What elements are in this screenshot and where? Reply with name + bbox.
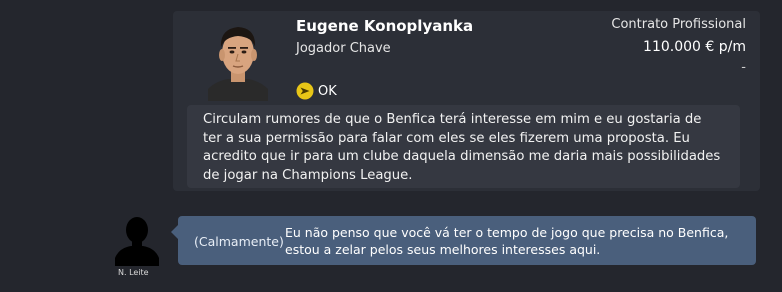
manager-avatar bbox=[115, 212, 159, 266]
reply-tone: (Calmamente) bbox=[194, 234, 284, 249]
player-name: Eugene Konoplyanka bbox=[296, 17, 474, 35]
yellow-arrow-right-icon bbox=[296, 82, 314, 100]
manager-name: N. Leite bbox=[118, 268, 149, 277]
player-card: Eugene Konoplyanka Jogador Chave Contrat… bbox=[173, 11, 760, 191]
salary: 110.000 € p/m bbox=[643, 39, 746, 55]
reply-text: Eu não penso que você vá ter o tempo de … bbox=[285, 225, 729, 257]
player-photo bbox=[208, 19, 268, 101]
contract-type: Contrato Profissional bbox=[611, 17, 746, 32]
contract-extra: - bbox=[741, 60, 746, 75]
reply-bubble-tail bbox=[171, 225, 178, 239]
status-indicator[interactable]: OK bbox=[296, 82, 337, 100]
player-message: Circulam rumores de que o Benfica terá i… bbox=[187, 105, 740, 188]
status-label: OK bbox=[318, 83, 337, 99]
reply-option[interactable]: (Calmamente) Eu não penso que você vá te… bbox=[171, 216, 756, 265]
player-role: Jogador Chave bbox=[296, 41, 391, 56]
